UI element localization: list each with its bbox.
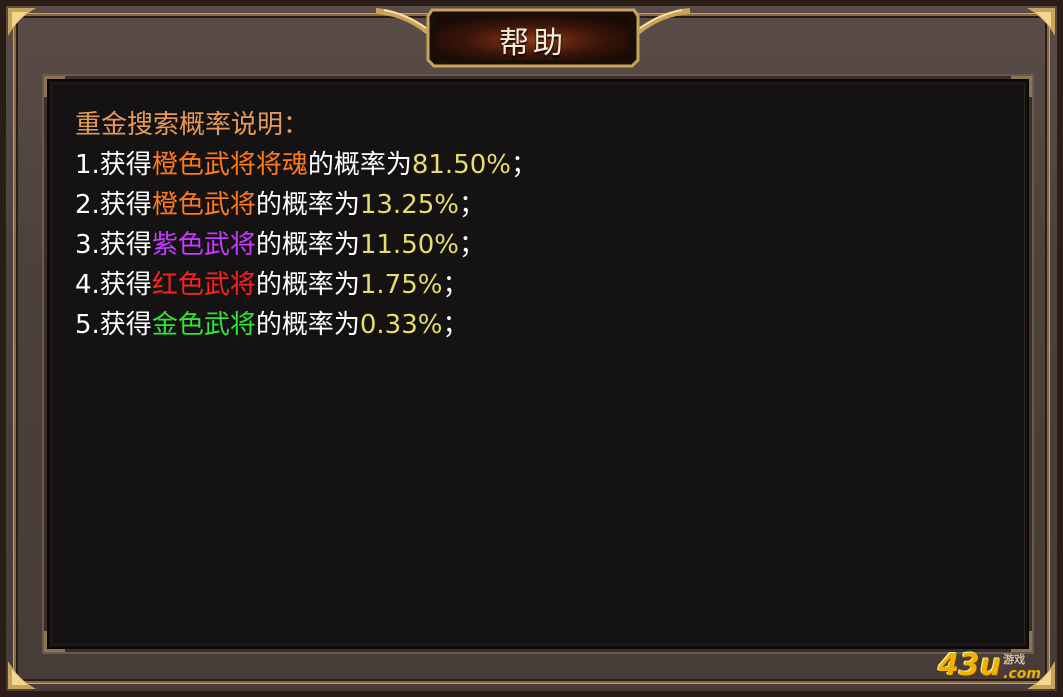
item-name: 金色武将 bbox=[151, 310, 256, 340]
line-prefix: 2.获得 bbox=[75, 190, 152, 220]
line-end: ； bbox=[458, 190, 485, 220]
site-watermark-logo: 43u 游戏 .com bbox=[938, 648, 1041, 683]
line-mid: 的概率为 bbox=[255, 270, 360, 300]
help-text: 重金搜索概率说明： 1.获得橙色武将将魂的概率为81.50%； 2.获得橙色武将… bbox=[75, 105, 537, 345]
line-mid: 的概率为 bbox=[255, 190, 360, 220]
item-name: 橙色武将 bbox=[151, 190, 256, 220]
probability-value: 13.25% bbox=[359, 190, 459, 220]
probability-line: 1.获得橙色武将将魂的概率为81.50%； bbox=[75, 145, 537, 185]
title-plate: 帮助 bbox=[426, 8, 640, 68]
probability-line: 5.获得金色武将的概率为0.33%； bbox=[75, 305, 537, 345]
corner-ornament-icon bbox=[6, 6, 52, 52]
watermark-main: 43u bbox=[938, 648, 1002, 683]
help-heading: 重金搜索概率说明： bbox=[75, 110, 310, 140]
item-name: 紫色武将 bbox=[151, 230, 256, 260]
probability-value: 1.75% bbox=[359, 270, 443, 300]
help-dialog: 帮助 重金搜索概率说明： 1.获得橙色武将将魂的概率为81.50%； 2.获得橙… bbox=[0, 0, 1063, 697]
corner-ornament-icon bbox=[1011, 6, 1057, 52]
line-end: ； bbox=[442, 270, 469, 300]
line-mid: 的概率为 bbox=[255, 310, 360, 340]
probability-value: 11.50% bbox=[359, 230, 459, 260]
line-prefix: 3.获得 bbox=[75, 230, 152, 260]
line-prefix: 5.获得 bbox=[75, 310, 152, 340]
line-prefix: 4.获得 bbox=[75, 270, 152, 300]
line-end: ； bbox=[442, 310, 469, 340]
item-name: 橙色武将将魂 bbox=[151, 150, 308, 180]
dialog-title: 帮助 bbox=[499, 26, 567, 61]
line-prefix: 1.获得 bbox=[75, 150, 152, 180]
probability-value: 0.33% bbox=[359, 310, 443, 340]
watermark-bottom: .com bbox=[1003, 666, 1041, 682]
help-content-panel: 重金搜索概率说明： 1.获得橙色武将将魂的概率为81.50%； 2.获得橙色武将… bbox=[44, 76, 1032, 652]
line-end: ； bbox=[510, 150, 537, 180]
line-mid: 的概率为 bbox=[307, 150, 412, 180]
item-name: 红色武将 bbox=[151, 270, 256, 300]
probability-value: 81.50% bbox=[411, 150, 511, 180]
line-mid: 的概率为 bbox=[255, 230, 360, 260]
line-end: ； bbox=[458, 230, 485, 260]
probability-line: 3.获得紫色武将的概率为11.50%； bbox=[75, 225, 537, 265]
probability-line: 4.获得红色武将的概率为1.75%； bbox=[75, 265, 537, 305]
watermark-top: 游戏 bbox=[1003, 653, 1026, 666]
probability-line: 2.获得橙色武将的概率为13.25%； bbox=[75, 185, 537, 225]
